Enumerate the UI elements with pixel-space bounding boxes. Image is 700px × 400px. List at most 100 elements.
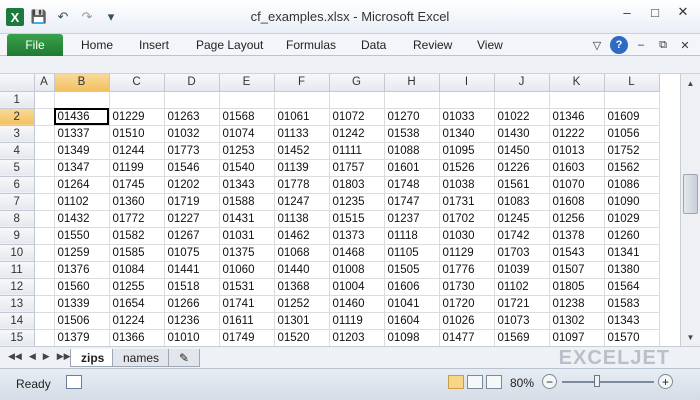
tab-view[interactable]: View (477, 38, 503, 52)
cell-f4[interactable]: 01452 (274, 142, 330, 160)
cell-g9[interactable]: 01373 (329, 227, 385, 245)
cell-b11[interactable]: 01376 (54, 261, 110, 279)
cell-a11[interactable] (34, 261, 55, 279)
cell-e8[interactable]: 01431 (219, 210, 275, 228)
cell-f2[interactable]: 01061 (274, 108, 330, 126)
row-header[interactable]: 2 (0, 108, 35, 126)
cell-a10[interactable] (34, 244, 55, 262)
insert-sheet-icon[interactable]: ✎ (168, 349, 201, 367)
cell-d10[interactable]: 01075 (164, 244, 220, 262)
zoom-slider-thumb[interactable] (594, 375, 600, 387)
zoom-in-icon[interactable]: + (658, 374, 673, 389)
column-header-e[interactable]: E (219, 74, 275, 92)
cell-d11[interactable]: 01441 (164, 261, 220, 279)
cell-c12[interactable]: 01255 (109, 278, 165, 296)
cell-e10[interactable]: 01375 (219, 244, 275, 262)
cell-j8[interactable]: 01245 (494, 210, 550, 228)
cell-j1[interactable] (494, 91, 550, 109)
cell-e15[interactable]: 01749 (219, 329, 275, 346)
cell-a2[interactable] (34, 108, 55, 126)
cell-c10[interactable]: 01585 (109, 244, 165, 262)
cell-h9[interactable]: 01118 (384, 227, 440, 245)
cell-d7[interactable]: 01719 (164, 193, 220, 211)
cell-l2[interactable]: 01609 (604, 108, 660, 126)
worksheet-grid[interactable]: ABCDEFGHIJKL 1 2 01436 01229 01263 01568 01061… (0, 74, 680, 346)
cell-l1[interactable] (604, 91, 660, 109)
cell-i13[interactable]: 01720 (439, 295, 495, 313)
cell-k8[interactable]: 01256 (549, 210, 605, 228)
help-icon[interactable]: ? (610, 36, 628, 54)
cell-i8[interactable]: 01702 (439, 210, 495, 228)
tab-formulas[interactable]: Formulas (286, 38, 336, 52)
cell-e14[interactable]: 01611 (219, 312, 275, 330)
cell-b7[interactable]: 01102 (54, 193, 110, 211)
cell-c4[interactable]: 01244 (109, 142, 165, 160)
cell-e1[interactable] (219, 91, 275, 109)
cell-f10[interactable]: 01068 (274, 244, 330, 262)
tab-home[interactable]: Home (81, 38, 113, 52)
cell-c11[interactable]: 01084 (109, 261, 165, 279)
cell-c3[interactable]: 01510 (109, 125, 165, 143)
tab-page-layout[interactable]: Page Layout (196, 38, 263, 52)
cell-c13[interactable]: 01654 (109, 295, 165, 313)
cell-e7[interactable]: 01588 (219, 193, 275, 211)
cell-b6[interactable]: 01264 (54, 176, 110, 194)
column-header-h[interactable]: H (384, 74, 440, 92)
page-layout-view-icon[interactable] (467, 375, 483, 389)
cell-g15[interactable]: 01203 (329, 329, 385, 346)
cell-a1[interactable] (34, 91, 55, 109)
cell-j4[interactable]: 01450 (494, 142, 550, 160)
cell-i14[interactable]: 01026 (439, 312, 495, 330)
cell-g12[interactable]: 01004 (329, 278, 385, 296)
cell-b10[interactable]: 01259 (54, 244, 110, 262)
column-header-d[interactable]: D (164, 74, 220, 92)
cell-a5[interactable] (34, 159, 55, 177)
row-header[interactable]: 1 (0, 91, 35, 109)
cell-d3[interactable]: 01032 (164, 125, 220, 143)
cell-g13[interactable]: 01460 (329, 295, 385, 313)
cell-j3[interactable]: 01430 (494, 125, 550, 143)
cell-l12[interactable]: 01564 (604, 278, 660, 296)
scroll-up-icon[interactable]: ▲ (683, 76, 698, 90)
cell-g7[interactable]: 01235 (329, 193, 385, 211)
cell-f5[interactable]: 01139 (274, 159, 330, 177)
row-header[interactable]: 15 (0, 329, 35, 346)
cell-l3[interactable]: 01056 (604, 125, 660, 143)
cell-h2[interactable]: 01270 (384, 108, 440, 126)
row-header[interactable]: 3 (0, 125, 35, 143)
column-header-f[interactable]: F (274, 74, 330, 92)
cell-l14[interactable]: 01343 (604, 312, 660, 330)
cell-k10[interactable]: 01543 (549, 244, 605, 262)
cell-h12[interactable]: 01606 (384, 278, 440, 296)
macro-record-icon[interactable] (66, 375, 82, 389)
scroll-thumb[interactable] (683, 174, 698, 214)
cell-a15[interactable] (34, 329, 55, 346)
cell-j14[interactable]: 01073 (494, 312, 550, 330)
cell-g3[interactable]: 01242 (329, 125, 385, 143)
cell-h8[interactable]: 01237 (384, 210, 440, 228)
column-header-j[interactable]: J (494, 74, 550, 92)
cell-b1[interactable] (54, 91, 110, 109)
cell-d1[interactable] (164, 91, 220, 109)
workbook-close-icon[interactable]: ✕ (676, 36, 694, 54)
tab-insert[interactable]: Insert (139, 38, 169, 52)
cell-g11[interactable]: 01008 (329, 261, 385, 279)
cell-d9[interactable]: 01267 (164, 227, 220, 245)
cell-i11[interactable]: 01776 (439, 261, 495, 279)
cell-b12[interactable]: 01560 (54, 278, 110, 296)
cell-d13[interactable]: 01266 (164, 295, 220, 313)
cell-f1[interactable] (274, 91, 330, 109)
cell-e4[interactable]: 01253 (219, 142, 275, 160)
cell-h15[interactable]: 01098 (384, 329, 440, 346)
cell-f6[interactable]: 01778 (274, 176, 330, 194)
page-break-view-icon[interactable] (486, 375, 502, 389)
sheet-tab-zips[interactable]: zips (70, 349, 116, 367)
row-header[interactable]: 11 (0, 261, 35, 279)
cell-a3[interactable] (34, 125, 55, 143)
cell-l5[interactable]: 01562 (604, 159, 660, 177)
cell-d14[interactable]: 01236 (164, 312, 220, 330)
column-header-k[interactable]: K (549, 74, 605, 92)
cell-i9[interactable]: 01030 (439, 227, 495, 245)
sheet-tab-names[interactable]: names (112, 349, 171, 367)
cell-i1[interactable] (439, 91, 495, 109)
